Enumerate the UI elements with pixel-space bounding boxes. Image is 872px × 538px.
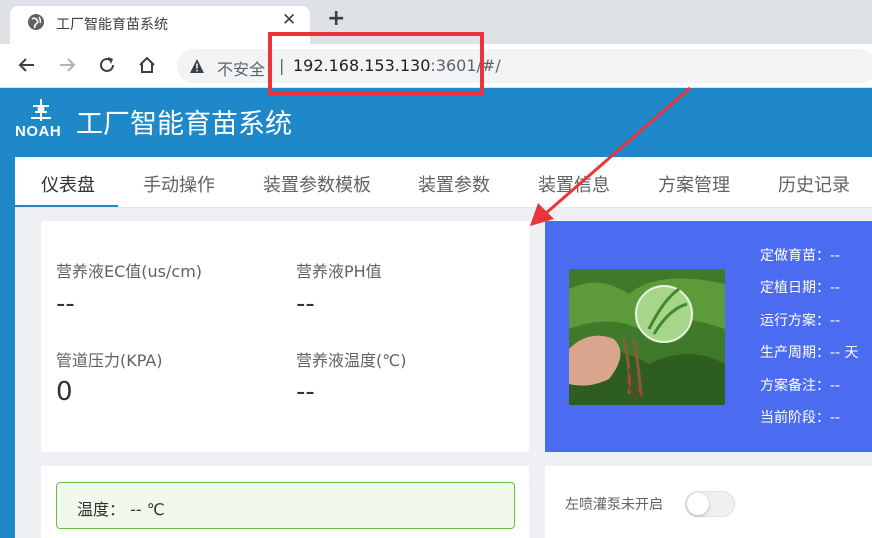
home-icon[interactable] <box>136 54 158 76</box>
plan-current-stage: 当前阶段：-- <box>760 410 841 426</box>
sensor-card: 营养液EC值(us/cm) -- 营养液PH值 -- 管道压力(KPA) 0 营… <box>41 221 529 452</box>
app-title: 工厂智能育苗系统 <box>76 109 292 140</box>
close-tab-icon[interactable]: ✕ <box>282 10 296 30</box>
tab-history[interactable]: 历史记录 <box>778 171 850 197</box>
ec-value: -- <box>56 289 75 319</box>
browser-tab[interactable]: 工厂智能育苗系统 ✕ <box>10 6 310 44</box>
tab-dashboard[interactable]: 仪表盘 <box>41 171 95 197</box>
solution-temp-value: -- <box>296 377 315 407</box>
reload-icon[interactable] <box>96 54 118 76</box>
security-label: 不安全 <box>217 60 266 79</box>
tab-device-info[interactable]: 装置信息 <box>538 171 610 197</box>
plan-production-cycle: 生产周期：-- 天 <box>760 345 859 361</box>
plan-card: 定做育苗：-- 定植日期：-- 运行方案：-- 生产周期：-- 天 方案备注：-… <box>545 221 872 452</box>
temperature-alert: 温度： -- ℃ <box>56 482 515 529</box>
pressure-label: 管道压力(KPA) <box>56 351 163 370</box>
plan-running-scheme: 运行方案：-- <box>760 313 841 329</box>
app-container: NOAH 工厂智能育苗系统 仪表盘 手动操作 装置参数模板 装置参数 装置信息 … <box>0 88 872 538</box>
logo-emblem-icon <box>31 99 51 121</box>
tab-device-param-template[interactable]: 装置参数模板 <box>263 171 371 197</box>
ph-value: -- <box>296 289 315 319</box>
tab-device-params[interactable]: 装置参数 <box>418 171 490 197</box>
main-nav-tabs: 仪表盘 手动操作 装置参数模板 装置参数 装置信息 方案管理 历史记录 <box>15 157 872 208</box>
tab-title: 工厂智能育苗系统 <box>56 17 168 33</box>
noah-logo: NOAH <box>14 95 66 141</box>
seedling-image <box>569 269 725 405</box>
plan-seedling: 定做育苗：-- <box>760 248 841 264</box>
url-highlight-box <box>268 32 484 95</box>
plan-remarks: 方案备注：-- <box>760 378 841 394</box>
left-pump-status-label: 左喷灌泵未开启 <box>565 497 663 513</box>
forward-arrow-icon[interactable] <box>56 54 78 76</box>
pump-card: 左喷灌泵未开启 <box>545 466 872 538</box>
ec-label: 营养液EC值(us/cm) <box>56 262 203 281</box>
active-tab-indicator <box>15 205 118 207</box>
toggle-knob <box>687 493 709 515</box>
solution-temp-label: 营养液温度(℃) <box>296 351 407 370</box>
tab-manual-operation[interactable]: 手动操作 <box>143 171 215 197</box>
temperature-text: 温度： -- ℃ <box>77 500 165 519</box>
tab-plan-management[interactable]: 方案管理 <box>658 171 730 197</box>
logo-text: NOAH <box>15 123 62 140</box>
pressure-value: 0 <box>56 377 73 407</box>
left-pump-toggle[interactable] <box>685 491 735 517</box>
new-tab-icon[interactable]: + <box>327 6 345 31</box>
plan-planting-date: 定植日期：-- <box>760 280 841 296</box>
dashboard-content: 营养液EC值(us/cm) -- 营养液PH值 -- 管道压力(KPA) 0 营… <box>15 208 872 538</box>
back-arrow-icon[interactable] <box>16 54 38 76</box>
temperature-card: 温度： -- ℃ <box>41 466 529 538</box>
ph-label: 营养液PH值 <box>296 262 382 281</box>
warning-icon <box>190 59 204 73</box>
globe-icon <box>28 14 44 30</box>
